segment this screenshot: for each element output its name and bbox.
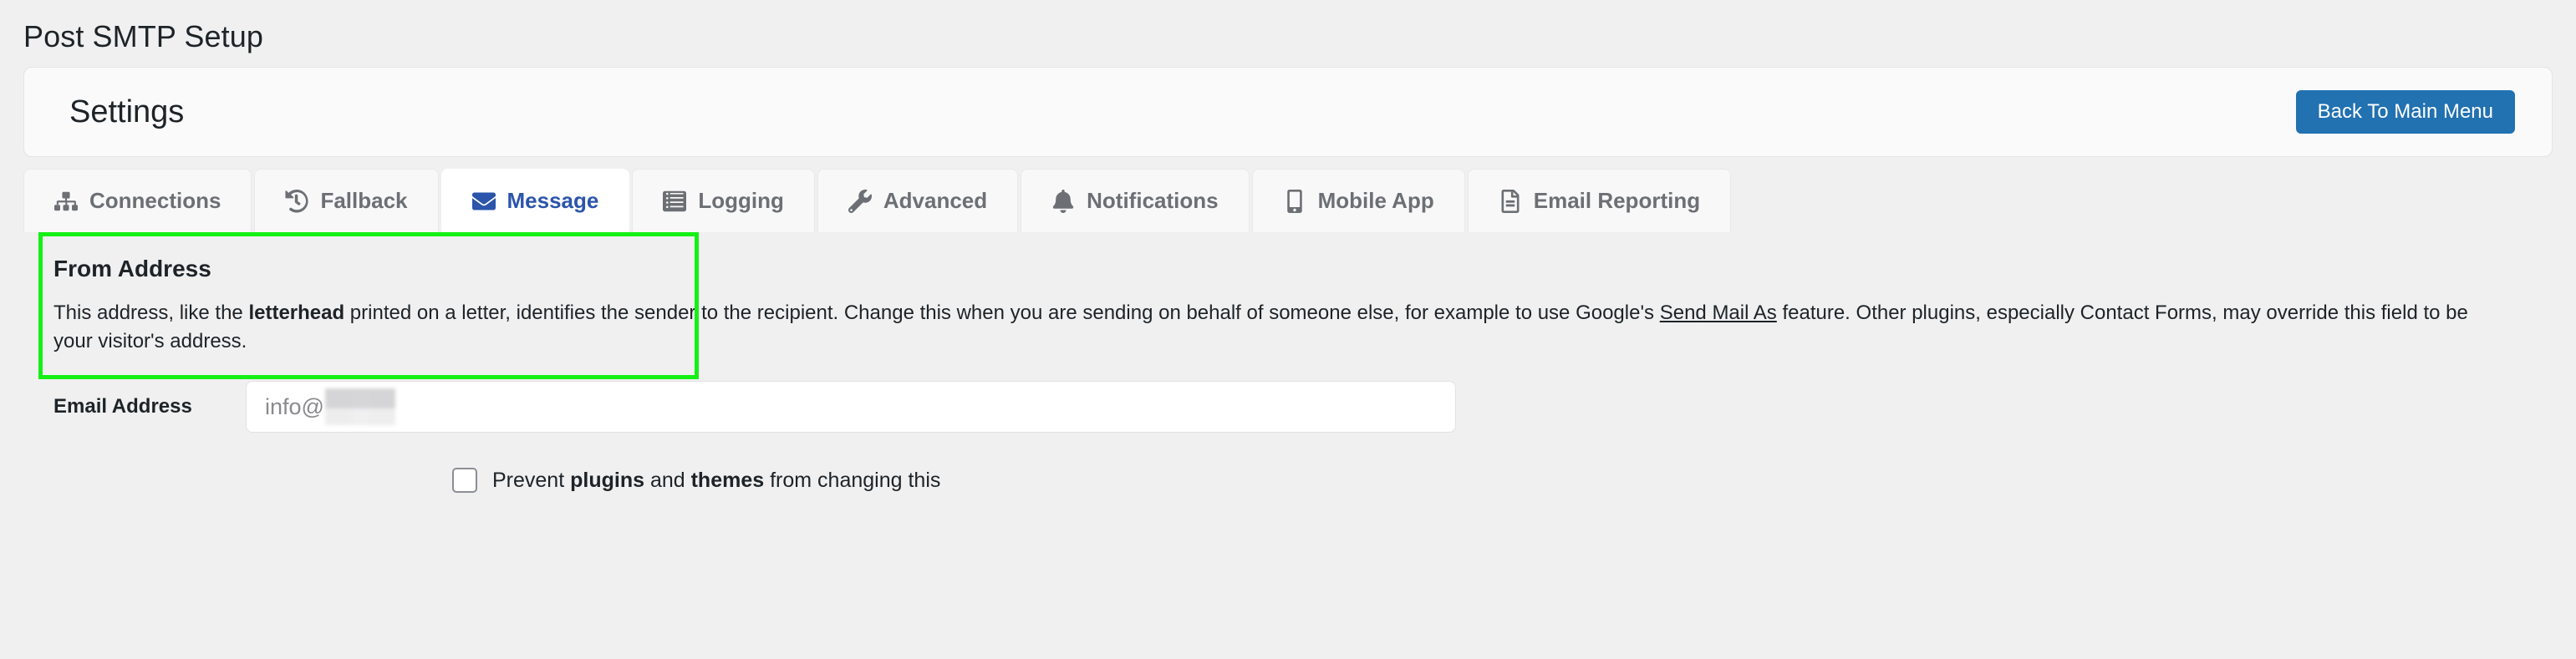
tab-connections[interactable]: Connections — [23, 169, 252, 232]
settings-heading: Settings — [69, 94, 185, 129]
desc-part-1: This address, like the — [53, 302, 249, 324]
tab-label: Advanced — [883, 188, 988, 213]
tab-logging[interactable]: Logging — [632, 169, 815, 232]
send-mail-as-link[interactable]: Send Mail As — [1660, 302, 1777, 324]
prevent-text-1: Prevent — [492, 468, 571, 492]
post-smtp-setup-page: Post SMTP Setup Settings Back To Main Me… — [0, 0, 2576, 659]
tab-message[interactable]: Message — [440, 169, 630, 232]
settings-tab-strip: Connections Fallback Message Logging Adv — [23, 169, 2553, 232]
mobile-icon — [1283, 189, 1306, 213]
prevent-bold-themes: themes — [690, 468, 765, 492]
message-settings-content: From Address This address, like the lett… — [23, 232, 2553, 494]
tab-email-reporting[interactable]: Email Reporting — [1467, 169, 1732, 232]
tab-label: Notifications — [1087, 188, 1219, 213]
tab-label: Message — [507, 188, 599, 213]
prevent-text-2: and — [644, 468, 691, 492]
email-address-label: Email Address — [53, 395, 192, 418]
prevent-bold-plugins: plugins — [570, 468, 644, 492]
history-icon — [285, 189, 309, 213]
bell-icon — [1051, 189, 1075, 213]
from-address-section-title: From Address — [53, 256, 211, 281]
email-address-input[interactable]: info@ — [246, 381, 1456, 433]
redacted-domain — [324, 388, 395, 426]
tab-label: Logging — [698, 188, 784, 213]
tab-label: Connections — [89, 188, 221, 213]
tab-notifications[interactable]: Notifications — [1021, 169, 1250, 232]
tab-advanced[interactable]: Advanced — [817, 169, 1019, 232]
prevent-override-label[interactable]: Prevent plugins and themes from changing… — [492, 468, 941, 492]
tab-fallback[interactable]: Fallback — [254, 169, 439, 232]
prevent-override-checkbox[interactable] — [452, 468, 477, 494]
email-address-value: info@ — [265, 393, 324, 419]
desc-bold-letterhead: letterhead — [248, 302, 345, 324]
tab-label: Mobile App — [1317, 188, 1434, 213]
page-title: Post SMTP Setup — [23, 19, 263, 53]
tab-label: Email Reporting — [1533, 188, 1701, 213]
tab-mobile-app[interactable]: Mobile App — [1251, 169, 1465, 232]
list-icon — [663, 190, 687, 213]
envelope-icon — [471, 190, 496, 213]
wrench-icon — [848, 189, 872, 213]
from-address-description: This address, like the letterhead printe… — [23, 281, 2511, 356]
tab-label: Fallback — [320, 188, 408, 213]
prevent-override-row: Prevent plugins and themes from changing… — [23, 433, 2553, 494]
email-address-field-row: Email Address info@ — [23, 356, 2553, 433]
sitemap-icon — [54, 190, 78, 213]
back-to-main-menu-button[interactable]: Back To Main Menu — [2295, 90, 2515, 134]
settings-header-card: Settings Back To Main Menu — [23, 67, 2553, 157]
prevent-text-3: from changing this — [764, 468, 941, 492]
document-icon — [1499, 189, 1522, 213]
desc-part-2: printed on a letter, identifies the send… — [344, 302, 1660, 324]
